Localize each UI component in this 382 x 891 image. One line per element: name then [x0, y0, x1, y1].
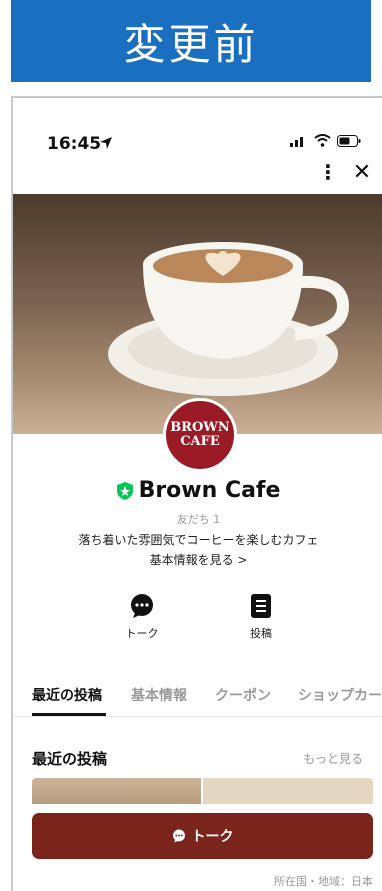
logo-text-line1: BROWN — [170, 420, 230, 435]
recent-posts-heading: 最近の投稿 — [32, 750, 108, 768]
action-buttons: トーク 投稿 — [13, 593, 382, 653]
more-menu-icon[interactable]: ⋮ — [318, 160, 338, 184]
banner-title: 変更前 — [123, 19, 259, 69]
header-banner: 変更前 — [11, 0, 371, 82]
post-thumbnail[interactable] — [203, 778, 373, 804]
chat-bubble-icon — [172, 829, 185, 843]
phone-screen: 16:45 ⋮ ✕ BROWN CAFE Brown Cafe 友だち 1 落ち… — [11, 96, 382, 891]
talk-action[interactable]: トーク — [112, 593, 172, 641]
active-tab-indicator — [32, 713, 106, 716]
posts-action[interactable]: 投稿 — [231, 593, 291, 641]
post-thumbnails — [32, 778, 373, 804]
see-more-link[interactable]: もっと見る — [303, 750, 363, 767]
status-time: 16:45 — [47, 134, 102, 154]
tab-basic-info[interactable]: 基本情報 — [131, 685, 187, 705]
talk-action-label: トーク — [125, 627, 159, 640]
battery-icon — [337, 134, 361, 147]
wifi-icon — [314, 134, 331, 147]
post-thumbnail[interactable] — [32, 778, 201, 804]
region-footer: 所在国・地域：日本 — [274, 875, 373, 888]
talk-button[interactable]: トーク — [32, 813, 373, 859]
tab-coupons[interactable]: クーポン — [215, 685, 271, 705]
chat-bubble-icon — [131, 594, 153, 618]
signal-icon — [290, 136, 303, 147]
friends-count: 友だち 1 — [176, 513, 221, 526]
basic-info-link[interactable]: 基本情報を見る > — [13, 551, 382, 568]
profile-tabs: 最近の投稿 基本情報 クーポン ショップカー — [13, 673, 382, 717]
account-name-row: Brown Cafe — [13, 478, 382, 503]
verified-badge-icon — [116, 481, 133, 500]
close-icon[interactable]: ✕ — [351, 160, 373, 185]
logo-text-line2: CAFE — [180, 434, 220, 449]
post-list-icon — [251, 594, 271, 618]
status-indicators — [290, 134, 361, 147]
tab-shop-card[interactable]: ショップカー — [298, 685, 382, 705]
talk-button-label: トーク — [191, 829, 234, 845]
posts-action-label: 投稿 — [250, 627, 272, 640]
account-logo: BROWN CAFE — [163, 398, 237, 472]
account-name: Brown Cafe — [138, 478, 281, 503]
account-description: 落ち着いた雰囲気でコーヒーを楽しむカフェ — [78, 533, 319, 547]
tab-recent-posts[interactable]: 最近の投稿 — [32, 685, 102, 705]
location-arrow-icon — [100, 137, 112, 149]
